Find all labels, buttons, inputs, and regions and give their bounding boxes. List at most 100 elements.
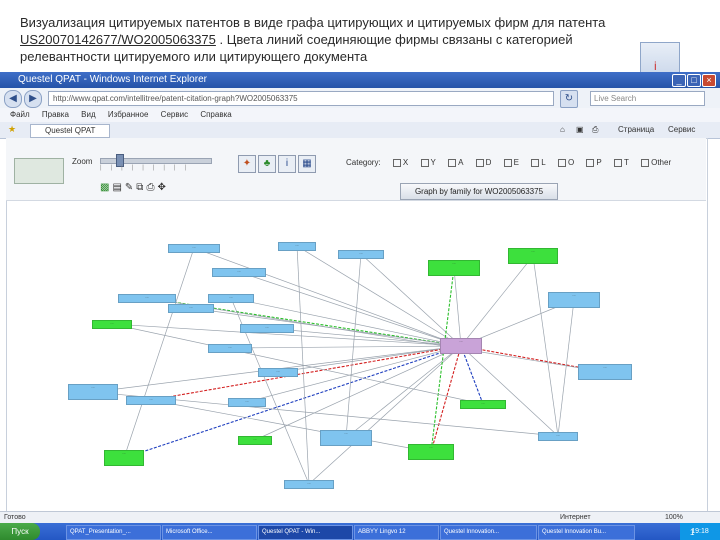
move-icon[interactable]: ✥ xyxy=(157,182,168,193)
graph-node-blue[interactable]: ... xyxy=(578,364,632,380)
info-icon[interactable]: i xyxy=(278,155,296,173)
graph-node-blue[interactable]: ... xyxy=(212,268,266,277)
favorites-star-icon[interactable]: ★ xyxy=(8,124,16,135)
graph-node-blue[interactable]: ... xyxy=(320,430,372,446)
task-item[interactable]: Questel Innovation Bu... xyxy=(538,525,635,540)
task-item[interactable]: QPAT_Presentation_... xyxy=(66,525,161,540)
back-button[interactable]: ◀ xyxy=(4,90,22,108)
menu-view[interactable]: Вид xyxy=(81,110,95,119)
minimize-button[interactable]: _ xyxy=(672,74,686,87)
start-button[interactable]: Пуск xyxy=(0,523,40,540)
window-titlebar: Questel QPAT - Windows Internet Explorer… xyxy=(0,72,720,88)
print-icon[interactable]: ⎙ xyxy=(592,125,598,135)
brush-icon[interactable]: ✎ xyxy=(125,182,136,193)
graph-node-blue[interactable]: ... xyxy=(240,324,294,333)
category-l-checkbox[interactable] xyxy=(531,158,540,167)
search-input[interactable]: Live Search xyxy=(590,91,705,106)
home-icon[interactable]: ⌂ xyxy=(560,125,565,134)
graph-node-blue[interactable]: ... xyxy=(538,432,578,441)
graph-node-blue[interactable]: ... xyxy=(68,384,118,400)
copy-icon[interactable]: ⧉ xyxy=(136,182,146,193)
url-field[interactable]: http://www.qpat.com/intellitree/patent-c… xyxy=(48,91,554,106)
graph-edge-blue xyxy=(460,345,484,405)
tab-bar: ★ Questel QPAT ⌂ ▣ ⎙ Страница Сервис xyxy=(0,122,720,139)
graph-node-blue[interactable]: ... xyxy=(168,304,214,313)
graph-edge-default xyxy=(123,247,195,459)
category-label: Category: xyxy=(346,158,381,167)
category-other-checkbox[interactable] xyxy=(641,158,650,167)
tab-questel-qpat[interactable]: Questel QPAT xyxy=(30,124,111,138)
refresh-button[interactable]: ↻ xyxy=(560,90,578,108)
feeds-icon[interactable]: ▣ xyxy=(576,125,584,134)
graph-overview-thumbnail[interactable] xyxy=(14,158,64,184)
address-bar: ◀ ▶ http://www.qpat.com/intellitree/pate… xyxy=(0,88,720,109)
task-item[interactable]: Questel Innovation... xyxy=(440,525,537,540)
graph-node-blue[interactable]: ... xyxy=(118,294,176,303)
graph-edge-default xyxy=(308,345,462,485)
graph-node-green[interactable]: ... xyxy=(408,444,454,460)
graph-node-blue[interactable]: ... xyxy=(228,398,266,407)
graph-node-blue[interactable]: ... xyxy=(168,244,220,253)
graph-by-family-button[interactable]: Graph by family for WO2005063375 xyxy=(400,183,558,200)
menu-tools[interactable]: Сервис xyxy=(161,110,188,119)
category-t-checkbox[interactable] xyxy=(613,158,622,167)
graph-node-green[interactable]: ... xyxy=(428,260,480,276)
graph-node-green[interactable]: ... xyxy=(104,450,144,466)
graph-node-blue[interactable]: ... xyxy=(338,250,384,259)
category-o-checkbox[interactable] xyxy=(557,158,566,167)
forward-button[interactable]: ▶ xyxy=(24,90,42,108)
graph-node-purple[interactable]: ... xyxy=(440,338,482,354)
page-menu[interactable]: Страница xyxy=(618,125,654,134)
graph-node-green[interactable]: ... xyxy=(92,320,132,329)
slide-page-number: 1 xyxy=(690,528,695,537)
category-other: Other xyxy=(651,158,672,167)
cluster-icon[interactable]: ♣ xyxy=(258,155,276,173)
category-e: E xyxy=(513,158,520,167)
category-a-checkbox[interactable] xyxy=(448,158,457,167)
caption-line-2-rest: . Цвета линий соединяющие фирмы связаны … xyxy=(215,32,573,47)
save-icon[interactable]: ▤ xyxy=(112,182,124,193)
graph-node-blue[interactable]: ... xyxy=(208,344,252,353)
category-d-checkbox[interactable] xyxy=(475,158,484,167)
task-item-active[interactable]: Questel QPAT - Win... xyxy=(258,525,353,540)
graph-edge-default xyxy=(557,299,575,437)
windows-taskbar: Пуск QPAT_Presentation_... Microsoft Off… xyxy=(0,523,720,540)
graph-node-blue[interactable]: ... xyxy=(258,368,298,377)
menu-help[interactable]: Справка xyxy=(200,110,231,119)
category-y-checkbox[interactable] xyxy=(420,158,429,167)
graph-node-green[interactable]: ... xyxy=(238,436,272,445)
graph-node-blue[interactable]: ... xyxy=(284,480,334,489)
task-item[interactable]: Microsoft Office... xyxy=(162,525,257,540)
category-filter: Category: X Y A D E L O P T Other xyxy=(346,158,681,167)
graph-edge-red xyxy=(430,345,462,453)
caption-line-2: US20070142677/WO2005063375 . Цвета линий… xyxy=(20,31,660,48)
close-button[interactable]: × xyxy=(702,74,716,87)
graph-node-blue[interactable]: ... xyxy=(126,396,176,405)
maximize-button[interactable]: □ xyxy=(687,74,701,87)
graph-node-green[interactable]: ... xyxy=(460,400,506,409)
graph-node-blue[interactable]: ... xyxy=(548,292,600,308)
graph-node-blue[interactable]: ... xyxy=(208,294,254,303)
category-x-checkbox[interactable] xyxy=(392,158,401,167)
table-icon[interactable]: ▦ xyxy=(298,155,316,173)
tools-menu[interactable]: Сервис xyxy=(668,125,695,134)
slide-caption: Визуализация цитируемых патентов в виде … xyxy=(20,14,660,65)
category-e-checkbox[interactable] xyxy=(503,158,512,167)
graph-edge-default xyxy=(453,267,462,347)
category-p-checkbox[interactable] xyxy=(586,158,595,167)
excel-export-icon[interactable]: ▩ xyxy=(100,182,112,193)
menu-favorites[interactable]: Избранное xyxy=(108,110,149,119)
task-item[interactable]: ABBYY Lingvo 12 xyxy=(354,525,439,540)
menu-edit[interactable]: Правка xyxy=(42,110,69,119)
caption-line-1: Визуализация цитируемых патентов в виде … xyxy=(20,15,606,30)
graph-edge-default xyxy=(146,297,606,373)
graph-node-blue[interactable]: ... xyxy=(278,242,316,251)
graph-edge-default xyxy=(460,345,559,437)
print-graph-icon[interactable]: ⎙ xyxy=(146,182,157,193)
graph-edge-default xyxy=(229,345,462,349)
menu-file[interactable]: Файл xyxy=(10,110,30,119)
graph-node-green[interactable]: ... xyxy=(508,248,558,264)
layout-icon[interactable]: ✦ xyxy=(238,155,256,173)
caption-line-3: релевантности цитируемого или цитирующег… xyxy=(20,49,368,64)
menu-bar: Файл Правка Вид Избранное Сервис Справка xyxy=(0,108,720,122)
